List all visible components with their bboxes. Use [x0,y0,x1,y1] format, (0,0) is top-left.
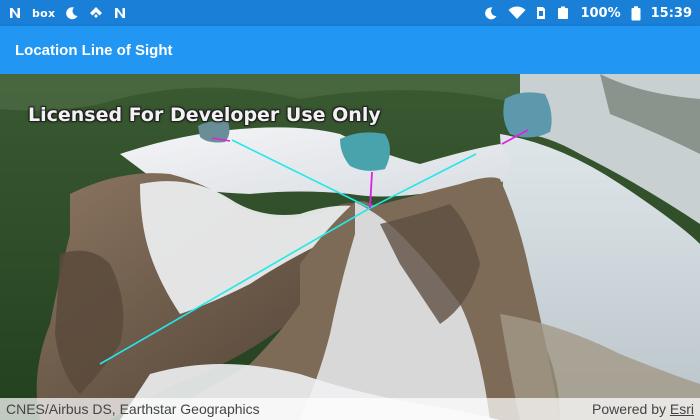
box-app-icon: box [32,6,56,20]
attribution-bar: CNES/Airbus DS, Earthstar Geographics Po… [0,398,700,420]
battery-icon [556,6,570,20]
n-notification-icon [8,6,22,20]
page-title: Location Line of Sight [15,41,173,59]
clock: 15:39 [650,5,692,21]
license-watermark: Licensed For Developer Use Only [28,104,381,126]
battery-level-icon [631,5,641,21]
wifi-icon [508,6,526,20]
sim-no-signal-icon [536,6,546,20]
powered-by: Powered by Esri [592,401,694,417]
moon-icon [65,6,79,20]
attribution-sources: CNES/Airbus DS, Earthstar Geographics [6,401,260,417]
powered-by-prefix: Powered by [592,401,670,417]
feedly-icon [89,6,103,20]
n-notification-icon [113,6,127,20]
battery-percent: 100% [580,5,621,21]
esri-link[interactable]: Esri [670,401,694,417]
status-left-icons: box [8,6,127,20]
app-bar: Location Line of Sight [0,26,700,74]
status-bar: box 100% 15:39 [0,0,700,26]
do-not-disturb-icon [484,6,498,20]
status-right-icons: 100% 15:39 [484,6,692,21]
scene-view[interactable]: Licensed For Developer Use Only CNES/Air… [0,74,700,420]
